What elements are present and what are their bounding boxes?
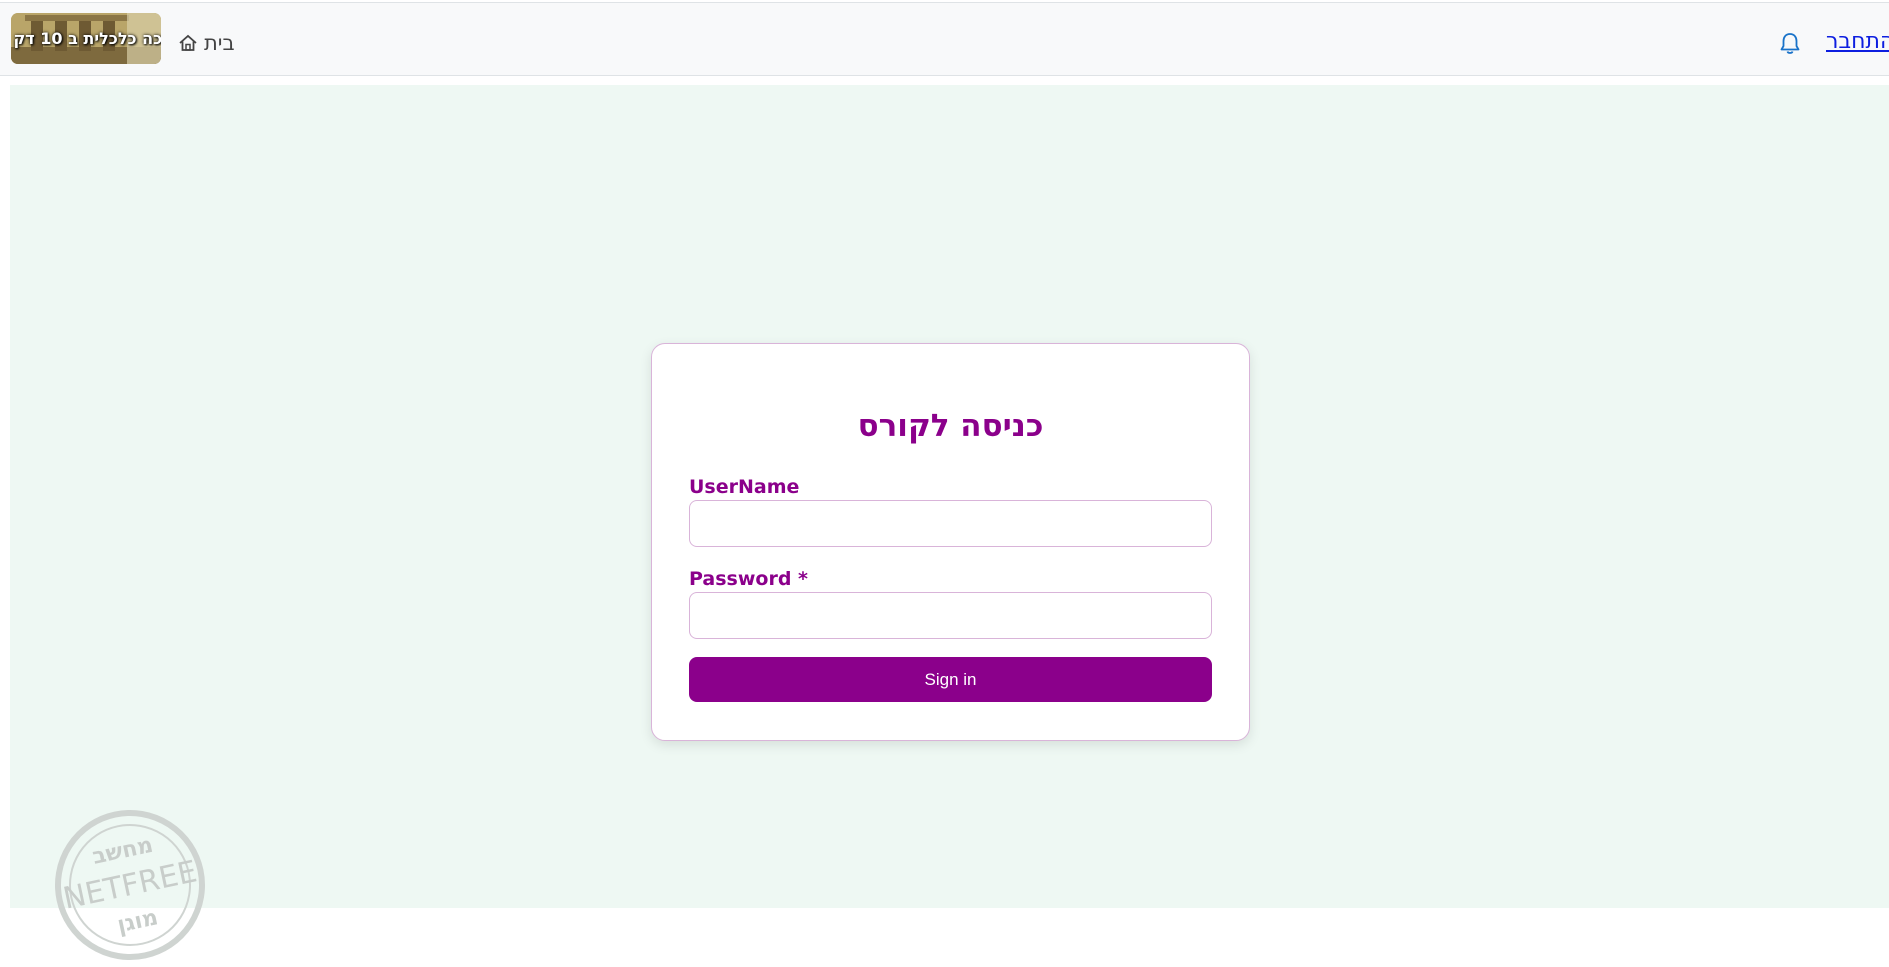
login-card: כניסה לקורס UserName Password * Sign in xyxy=(651,343,1250,741)
login-title: כניסה לקורס xyxy=(857,408,1044,444)
sign-in-button[interactable]: Sign in xyxy=(689,657,1212,702)
netfree-watermark: מחשב NETFREE מוגן xyxy=(55,810,205,960)
nav-home-link[interactable]: בית xyxy=(178,28,235,58)
bell-icon[interactable] xyxy=(1778,31,1802,57)
site-logo[interactable]: מפיכה כלכלית ב 10 דק xyxy=(11,13,161,64)
password-input[interactable] xyxy=(689,592,1212,639)
nav-home-label: בית xyxy=(204,31,235,55)
top-navbar: מפיכה כלכלית ב 10 דק בית התחבר xyxy=(0,2,1889,76)
login-link[interactable]: התחבר xyxy=(1826,29,1889,54)
home-icon xyxy=(179,34,197,51)
username-label: UserName xyxy=(689,476,800,498)
password-label: Password * xyxy=(689,568,808,590)
watermark-middle-text: NETFREE xyxy=(60,854,200,916)
username-input[interactable] xyxy=(689,500,1212,547)
logo-text: מפיכה כלכלית ב 10 דק xyxy=(13,29,162,48)
watermark-bottom-text: מוגן xyxy=(115,905,160,938)
